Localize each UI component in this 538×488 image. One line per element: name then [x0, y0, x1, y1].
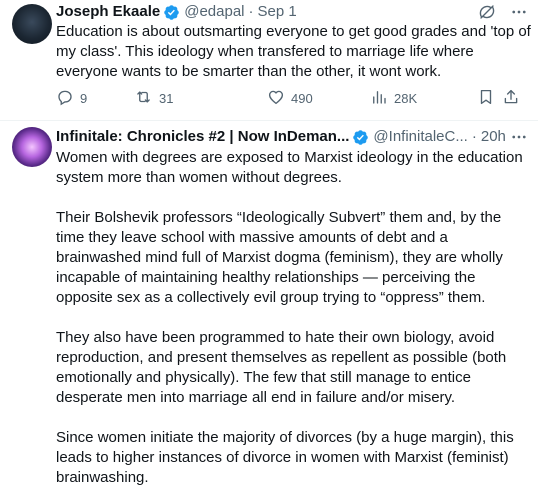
- views-count: 28K: [394, 90, 418, 106]
- tweet-text-paragraph: Education is about outsmarting everyone …: [56, 23, 531, 80]
- bookmark-button[interactable]: [477, 88, 495, 109]
- timestamp[interactable]: 20h: [481, 127, 506, 147]
- reply-button[interactable]: 9: [56, 88, 87, 109]
- reply-icon: [56, 88, 74, 109]
- tweet-text: Education is about outsmarting everyone …: [56, 22, 531, 82]
- retweet-count: 31: [159, 90, 174, 106]
- author-handle[interactable]: @edapal: [184, 2, 244, 22]
- share-button[interactable]: [502, 88, 520, 109]
- more-icon[interactable]: [510, 3, 528, 21]
- tweet-actions: 9 31 490 28K: [56, 87, 528, 109]
- tweet[interactable]: Infinitale: Chronicles #2 | Now InDeman.…: [0, 121, 538, 486]
- verified-badge-icon: [352, 129, 369, 146]
- like-button[interactable]: 490: [267, 88, 313, 109]
- tweet[interactable]: Joseph Ekaale @edapal · Sep 1 Education …: [0, 0, 538, 121]
- timestamp[interactable]: Sep 1: [258, 2, 297, 22]
- heart-icon: [267, 88, 285, 109]
- avatar[interactable]: [12, 4, 52, 44]
- retweet-button[interactable]: 31: [134, 88, 173, 109]
- separator: ·: [248, 3, 254, 20]
- reply-count: 9: [80, 90, 88, 106]
- share-icon: [502, 88, 520, 109]
- views-icon: [370, 88, 388, 109]
- retweet-icon: [134, 88, 153, 109]
- avatar[interactable]: [12, 127, 52, 167]
- tweet-text-paragraph: Women with degrees are exposed to Marxis…: [56, 149, 523, 186]
- grok-icon[interactable]: [478, 3, 496, 21]
- tweet-header: Infinitale: Chronicles #2 | Now InDeman.…: [56, 127, 528, 147]
- tweet-text-paragraph: Since women initiate the majority of div…: [56, 429, 514, 486]
- tweet-text-paragraph: They also have been programmed to hate t…: [56, 329, 507, 406]
- more-icon[interactable]: [510, 128, 528, 146]
- separator: ·: [471, 128, 477, 145]
- author-handle[interactable]: @InfinitaleC...: [373, 127, 467, 147]
- verified-badge-icon: [163, 4, 180, 21]
- bookmark-icon: [477, 88, 495, 109]
- tweet-text: Women with degrees are exposed to Marxis…: [56, 148, 531, 488]
- author-name[interactable]: Infinitale: Chronicles #2 | Now InDeman.…: [56, 127, 349, 147]
- like-count: 490: [291, 90, 313, 106]
- tweet-text-paragraph: Their Bolshevik professors “Ideologicall…: [56, 209, 503, 306]
- views-button[interactable]: 28K: [370, 88, 417, 109]
- tweet-header: Joseph Ekaale @edapal · Sep 1: [56, 2, 528, 22]
- author-name[interactable]: Joseph Ekaale: [56, 2, 160, 22]
